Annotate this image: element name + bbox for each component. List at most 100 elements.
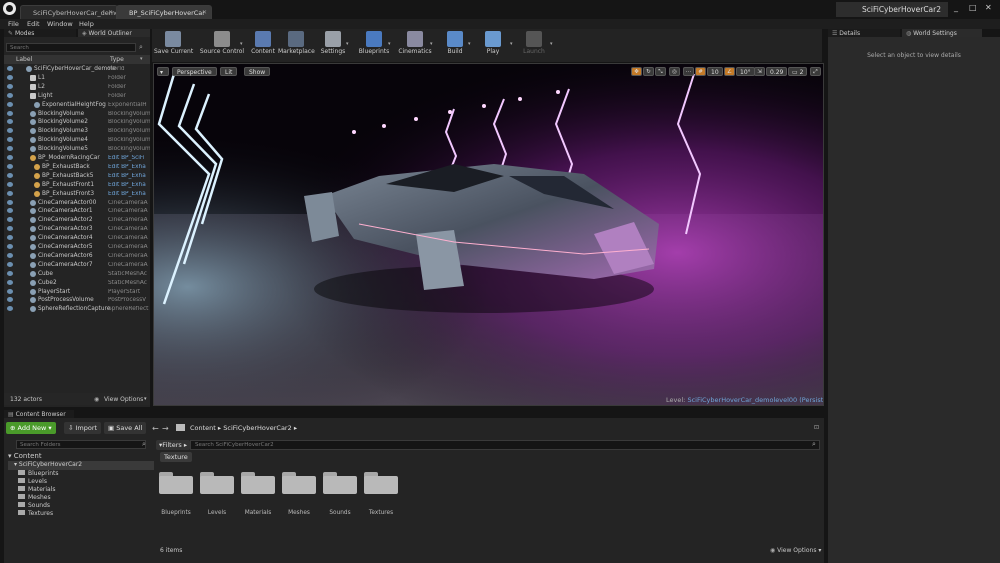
edit-blueprint-link[interactable]: Edit BP_SciFi [108,155,150,161]
content-view-options[interactable]: ◉ View Options ▾ [770,547,821,554]
visibility-eye-icon[interactable] [7,297,13,303]
menu-window[interactable]: Window [47,20,73,28]
lit-button[interactable]: Lit [220,67,238,76]
tree-folder[interactable]: Meshes [18,494,51,501]
visibility-eye-icon[interactable] [7,235,13,241]
chevron-down-icon[interactable]: ▾ [346,41,349,47]
folder-tile[interactable] [200,472,236,494]
outliner-row[interactable]: Cube2 StaticMeshAc [4,279,150,288]
visibility-eye-icon[interactable] [7,252,13,258]
tree-folder[interactable]: Blueprints [18,470,59,477]
folder-tile-label[interactable]: Textures [361,510,401,516]
menu-file[interactable]: File [8,20,19,28]
outliner-row[interactable]: BlockingVolume3 BlockingVolum [4,127,150,136]
outliner-row[interactable]: Cube StaticMeshAc [4,270,150,279]
outliner-row[interactable]: BP_ExhaustFront3 Edit BP_Exha [4,190,150,199]
visibility-eye-icon[interactable] [7,172,13,178]
breadcrumb-content[interactable]: Content [190,424,216,432]
outliner-row[interactable]: CineCameraActor7 CineCameraA [4,261,150,270]
back-icon[interactable]: ← [152,424,159,433]
scale-snap-icon[interactable]: ⇲ [754,67,765,76]
perspective-button[interactable]: Perspective [172,67,217,76]
outliner-row[interactable]: SciFiCyberHoverCar_demole World [4,65,150,74]
outliner-row[interactable]: BlockingVolume BlockingVolum [4,110,150,119]
visibility-eye-icon[interactable] [7,181,13,187]
unreal-logo-icon[interactable] [3,2,16,15]
folder-tile-label[interactable]: Materials [238,510,278,516]
tab-level[interactable]: SciFiCyberHoverCar_demolevel ✕ [20,5,118,19]
dropdown-icon[interactable]: ▾ [144,396,147,402]
maximize-button[interactable]: □ [969,3,979,12]
grid-snap-value[interactable]: 10 [707,67,723,76]
lock-icon[interactable]: ⊡ [814,424,819,431]
outliner-row[interactable]: BlockingVolume2 BlockingVolum [4,118,150,127]
edit-blueprint-link[interactable]: Edit BP_Exha [108,173,150,179]
visibility-eye-icon[interactable] [7,163,13,169]
level-viewport[interactable]: ▾ Perspective Lit Show ✥ ↻ ⤡ ◎ ⋯ # 10 ∠ … [153,63,824,406]
visibility-eye-icon[interactable] [7,244,13,249]
menu-edit[interactable]: Edit [27,20,40,28]
outliner-row[interactable]: BlockingVolume5 BlockingVolum [4,145,150,154]
visibility-eye-icon[interactable] [7,74,13,80]
folder-tile[interactable] [159,472,195,494]
camera-speed-button[interactable]: ▭ 2 [788,67,808,76]
visibility-eye-icon[interactable] [7,101,13,107]
chevron-down-icon[interactable]: ▾ [550,41,553,47]
rotation-snap-icon[interactable]: ∠ [724,67,735,76]
chevron-down-icon[interactable]: ▾ [468,41,471,47]
outliner-row[interactable]: BlockingVolume4 BlockingVolum [4,136,150,145]
outliner-row[interactable]: CineCameraActor6 CineCameraA [4,252,150,261]
outliner-row[interactable]: ExponentialHeightFog ExponentialH [4,101,150,110]
rotate-icon[interactable]: ↻ [643,67,654,76]
close-window-button[interactable]: ✕ [985,3,995,12]
outliner-row[interactable]: CineCameraActor1 CineCameraA [4,207,150,216]
tree-folder[interactable]: Textures [18,510,53,517]
save-all-button[interactable]: ▣ Save All [104,422,147,434]
filters-button[interactable]: ▾Filters ▸ [156,440,191,450]
folder-tile-label[interactable]: Meshes [279,510,319,516]
folder-tile[interactable] [241,472,277,494]
outliner-row[interactable]: BP_ExhaustBack Edit BP_Exha [4,163,150,172]
col-label[interactable]: Label [16,56,32,63]
close-icon[interactable]: ✕ [108,9,113,16]
visibility-eye-icon[interactable] [7,190,13,196]
tree-project[interactable]: ▾ SciFiCyberHoverCar2 [8,461,154,470]
outliner-row[interactable]: L1 Folder [4,74,150,83]
col-type[interactable]: Type [110,56,124,63]
visibility-eye-icon[interactable] [7,137,13,143]
tree-folder[interactable]: Sounds [18,502,50,509]
visibility-eye-icon[interactable] [7,155,13,160]
outliner-row[interactable]: PostProcessVolume PostProcessV [4,296,150,305]
visibility-eye-icon[interactable] [7,199,13,205]
menu-help[interactable]: Help [79,20,94,28]
search-icon[interactable]: ⌕ [139,43,143,52]
outliner-search-input[interactable]: Search [6,43,136,52]
visibility-eye-icon[interactable] [7,128,13,134]
visibility-eye-icon[interactable] [7,208,13,214]
chevron-down-icon[interactable]: ▾ [430,41,433,47]
play-button[interactable]: Play [478,30,508,61]
launch-button[interactable]: Launch [518,30,550,61]
visibility-eye-icon[interactable] [7,217,13,223]
outliner-row[interactable]: BP_ExhaustBack5 Edit BP_Exha [4,172,150,181]
blueprints-button[interactable]: Blueprints [356,30,392,61]
scale-icon[interactable]: ⤡ [655,67,666,76]
folder-tile-label[interactable]: Sounds [320,510,360,516]
visibility-eye-icon[interactable] [7,146,13,152]
folder-tile[interactable] [364,472,400,494]
visibility-eye-icon[interactable] [7,261,13,267]
outliner-row[interactable]: BP_ExhaustFront1 Edit BP_Exha [4,181,150,190]
settings-button[interactable]: Settings [318,30,348,61]
visibility-eye-icon[interactable] [7,83,13,89]
outliner-row[interactable]: PlayerStart PlayerStart [4,288,150,297]
world-icon[interactable]: ◎ [669,67,680,76]
outliner-row[interactable]: CineCameraActor4 CineCameraA [4,234,150,243]
filter-chip-texture[interactable]: Texture [160,452,192,462]
close-icon[interactable]: ✕ [202,9,207,16]
viewport-menu-button[interactable]: ▾ [157,67,169,76]
visibility-eye-icon[interactable] [7,306,13,312]
cinematics-button[interactable]: Cinematics [396,30,434,61]
tree-folder[interactable]: Levels [18,478,47,485]
minimize-button[interactable]: _ [954,3,964,12]
search-icon[interactable]: ⌕ [812,440,816,449]
